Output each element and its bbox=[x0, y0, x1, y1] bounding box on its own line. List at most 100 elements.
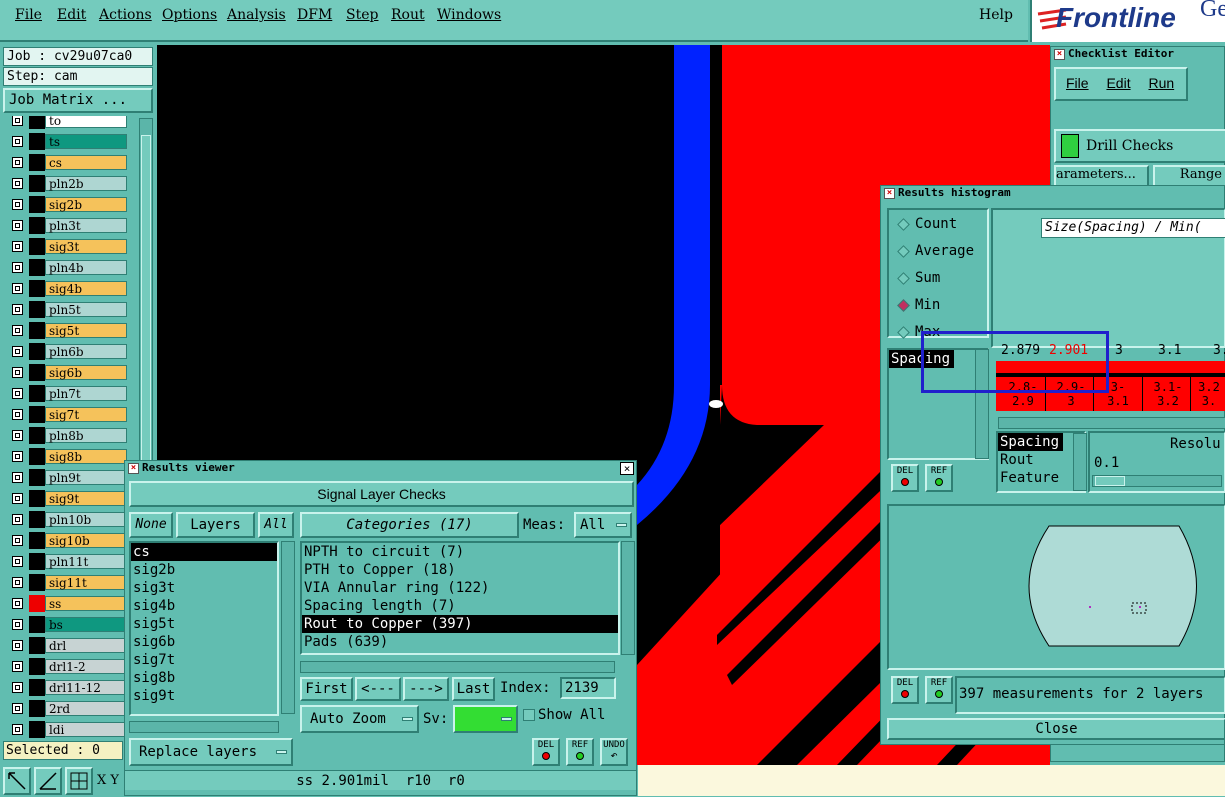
layer-row-ss[interactable]: ss bbox=[9, 595, 127, 612]
drill-checks-row[interactable]: Drill Checks bbox=[1054, 129, 1225, 163]
layer-name[interactable]: pln11t bbox=[45, 554, 127, 569]
layer-checkbox[interactable] bbox=[12, 304, 23, 315]
meas-dropdown[interactable]: All bbox=[574, 512, 632, 538]
menu-windows[interactable]: Windows bbox=[437, 7, 501, 23]
layer-color-swatch[interactable] bbox=[29, 385, 45, 402]
histogram-hscroll[interactable] bbox=[998, 417, 1225, 429]
layer-color-swatch[interactable] bbox=[29, 175, 45, 192]
layer-list-vscroll[interactable] bbox=[281, 541, 295, 714]
layer-color-swatch[interactable] bbox=[29, 511, 45, 528]
layer-name[interactable]: pln10b bbox=[45, 512, 127, 527]
parameters-button[interactable]: arameters... bbox=[1054, 165, 1149, 187]
layer-row-pln7t[interactable]: pln7t bbox=[9, 385, 127, 402]
layer-name[interactable]: bs bbox=[45, 617, 127, 632]
layer-color-swatch[interactable] bbox=[29, 343, 45, 360]
layer-color-swatch[interactable] bbox=[29, 427, 45, 444]
section-title[interactable]: Signal Layer Checks bbox=[129, 481, 634, 507]
results-layer-list[interactable]: cs sig2b sig3t sig4b sig5t sig6b sig7t sig8b sig… bbox=[129, 541, 279, 716]
layer-checkbox[interactable] bbox=[12, 556, 23, 567]
layer-name[interactable]: sig11t bbox=[45, 575, 127, 590]
menu-actions[interactable]: Actions bbox=[99, 7, 152, 23]
list-item[interactable]: cs bbox=[131, 543, 277, 561]
layer-color-swatch[interactable] bbox=[29, 595, 45, 612]
preview-del-button[interactable]: DEL bbox=[891, 676, 919, 704]
categories-vscroll[interactable] bbox=[621, 541, 635, 655]
category-item[interactable]: Pads (639) bbox=[302, 633, 618, 651]
layer-name[interactable]: to bbox=[45, 116, 127, 128]
index-input[interactable]: 2139 bbox=[560, 677, 616, 699]
layer-color-swatch[interactable] bbox=[29, 448, 45, 465]
menu-analysis[interactable]: Analysis bbox=[227, 7, 286, 23]
layer-name[interactable]: ldi bbox=[45, 722, 127, 737]
layer-row-sig2b[interactable]: sig2b bbox=[9, 196, 127, 213]
categories-hscroll[interactable] bbox=[300, 661, 615, 673]
layer-color-swatch[interactable] bbox=[29, 196, 45, 213]
feature-list-scrollbar[interactable] bbox=[1073, 433, 1087, 491]
histogram-ref-button[interactable]: REF bbox=[925, 464, 953, 492]
layer-row-sig8b[interactable]: sig8b bbox=[9, 448, 127, 465]
layer-name[interactable]: sig6b bbox=[45, 365, 127, 380]
layer-name[interactable]: sig10b bbox=[45, 533, 127, 548]
layer-name[interactable]: pln5t bbox=[45, 302, 127, 317]
layer-name[interactable]: sig3t bbox=[45, 239, 127, 254]
layer-name[interactable]: cs bbox=[45, 155, 127, 170]
grid-icon[interactable] bbox=[65, 767, 93, 795]
layer-list-hscroll[interactable] bbox=[129, 721, 279, 733]
category-item[interactable]: Rout to Copper (397) bbox=[302, 615, 618, 633]
category-item[interactable]: Spacing length (7) bbox=[302, 597, 618, 615]
layer-checkbox[interactable] bbox=[12, 178, 23, 189]
all-button[interactable]: All bbox=[258, 512, 294, 538]
layer-checkbox[interactable] bbox=[12, 703, 23, 714]
layer-row-ldi[interactable]: ldi bbox=[9, 721, 127, 738]
range-button[interactable]: Range bbox=[1153, 165, 1225, 187]
layer-name[interactable]: pln3t bbox=[45, 218, 127, 233]
list-item[interactable]: sig9t bbox=[131, 687, 277, 705]
measure-icon[interactable] bbox=[34, 767, 62, 795]
categories-button[interactable]: Categories (17) bbox=[300, 512, 519, 538]
menu-rout[interactable]: Rout bbox=[391, 7, 425, 23]
layer-checkbox[interactable] bbox=[12, 241, 23, 252]
layer-name[interactable]: sig8b bbox=[45, 449, 127, 464]
layer-color-swatch[interactable] bbox=[29, 364, 45, 381]
layer-checkbox[interactable] bbox=[12, 577, 23, 588]
layer-color-swatch[interactable] bbox=[29, 259, 45, 276]
layer-row-sig4b[interactable]: sig4b bbox=[9, 280, 127, 297]
list-item[interactable]: sig5t bbox=[131, 615, 277, 633]
layer-color-swatch[interactable] bbox=[29, 116, 45, 129]
auto-zoom-dropdown[interactable]: Auto Zoom bbox=[300, 705, 419, 733]
layer-checkbox[interactable] bbox=[12, 493, 23, 504]
layer-row-sig3t[interactable]: sig3t bbox=[9, 238, 127, 255]
layer-checkbox[interactable] bbox=[12, 472, 23, 483]
layer-checkbox[interactable] bbox=[12, 661, 23, 672]
layer-color-swatch[interactable] bbox=[29, 553, 45, 570]
list-item[interactable]: sig3t bbox=[131, 579, 277, 597]
layer-name[interactable]: pln7t bbox=[45, 386, 127, 401]
layer-color-swatch[interactable] bbox=[29, 469, 45, 486]
results-ref-button[interactable]: REF bbox=[566, 738, 594, 766]
layer-row-pln11t[interactable]: pln11t bbox=[9, 553, 127, 570]
category-item[interactable]: PTH to Copper (18) bbox=[302, 561, 618, 579]
layer-row-pln10b[interactable]: pln10b bbox=[9, 511, 127, 528]
results-del-button[interactable]: DEL bbox=[532, 738, 560, 766]
layer-name[interactable]: sig2b bbox=[45, 197, 127, 212]
layer-name[interactable]: pln8b bbox=[45, 428, 127, 443]
layer-color-swatch[interactable] bbox=[29, 721, 45, 738]
list-item[interactable]: Spacing bbox=[998, 433, 1064, 451]
prev-button[interactable]: <--- bbox=[355, 677, 401, 701]
layer-row-2rd[interactable]: 2rd bbox=[9, 700, 127, 717]
layer-checkbox[interactable] bbox=[12, 724, 23, 735]
layer-row-pln3t[interactable]: pln3t bbox=[9, 217, 127, 234]
layer-color-swatch[interactable] bbox=[29, 322, 45, 339]
menu-help[interactable]: Help bbox=[979, 7, 1013, 23]
layer-name[interactable]: pln9t bbox=[45, 470, 127, 485]
category-item[interactable]: NPTH to circuit (7) bbox=[302, 543, 618, 561]
layer-checkbox[interactable] bbox=[12, 430, 23, 441]
list-item[interactable]: Feature bbox=[998, 469, 1084, 487]
layer-name[interactable]: ts bbox=[45, 134, 127, 149]
severity-color-selector[interactable] bbox=[453, 705, 518, 733]
show-all-checkbox[interactable] bbox=[523, 709, 535, 721]
layers-button[interactable]: Layers bbox=[176, 512, 255, 538]
bin-label[interactable]: 3.1- 3.2 bbox=[1146, 380, 1190, 408]
layer-name[interactable]: sig4b bbox=[45, 281, 127, 296]
layer-color-swatch[interactable] bbox=[29, 637, 45, 654]
